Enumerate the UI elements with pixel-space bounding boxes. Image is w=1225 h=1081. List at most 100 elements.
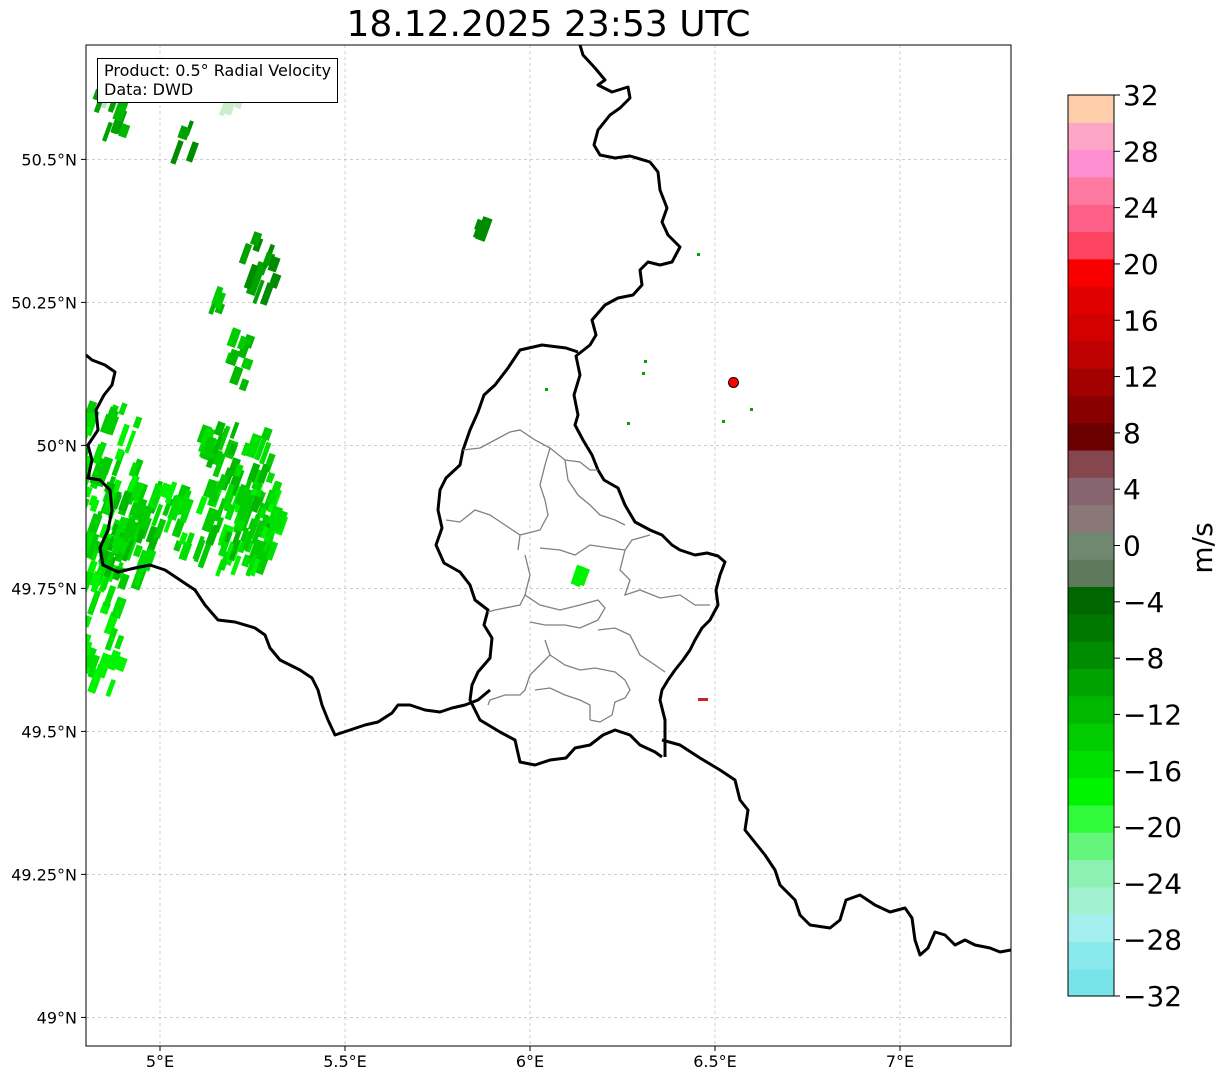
colorbar-segment [1068,668,1114,697]
colorbar-segment [1068,149,1114,178]
colorbar-unit-label: m/s [1186,522,1219,573]
colorbar-segment [1068,504,1114,533]
lat-tick-label: 49.5°N [21,722,77,741]
colorbar-segment [1068,832,1114,861]
echo-cell [644,360,647,363]
colorbar-segment [1068,722,1114,751]
district-boundary [462,429,551,551]
echo-cell [110,596,127,620]
colorbar-segment [1068,613,1114,642]
lat-tick-label: 49.75°N [11,579,77,598]
radar-map: 5°E 5.5°E 6°E 6.5°E 7°E 50.5°N 50.25°N 50°N 49.… [11,44,1219,1071]
data-source-line: Data: DWD [104,80,194,99]
echo-cell [229,421,240,440]
colorbar-segment [1068,449,1114,478]
colorbar-segment [1068,531,1114,560]
latitude-ticks: 50.5°N 50.25°N 50°N 49.75°N 49.5°N 49.25°N 49°… [11,150,86,1027]
district-boundary [539,534,651,556]
lon-tick-label: 5.5°E [323,1052,367,1071]
colorbar-segment [1068,368,1114,396]
echo-cell [105,679,116,698]
colorbar-tick-label: −28 [1123,924,1182,957]
lon-tick-label: 7°E [886,1052,914,1071]
echo-cell [195,495,208,515]
echo-cell [72,598,86,622]
colorbar-segment [1068,122,1114,151]
colorbar-tick-label: 32 [1123,79,1159,112]
colorbar-tick-label: −4 [1123,586,1164,619]
echo-cell [697,253,700,256]
district-boundary [487,554,531,613]
echo-cell [170,139,184,165]
colorbar-segment [1068,313,1114,342]
district-boundary [619,549,710,606]
lat-tick-label: 49.25°N [11,865,77,884]
echo-cell [750,408,753,411]
colorbar-segment [1068,641,1114,669]
colorbar-segment [1068,422,1114,451]
colorbar-tick-label: 28 [1123,135,1159,168]
colorbar-segment [1068,886,1114,915]
colorbar-segment [1068,286,1114,315]
colorbar-tick-label: 0 [1123,530,1141,563]
longitude-ticks: 5°E 5.5°E 6°E 6.5°E 7°E [146,1046,914,1071]
colorbar-ticks: 32 28 24 20 16 12 8 4 0 −4 −8 −12 −16 −20 −24 −28 −32 [1114,79,1182,1013]
colorbar-tick-label: 12 [1123,361,1159,394]
district-boundary [524,594,606,629]
echo-cell [627,422,630,425]
lat-tick-label: 49°N [37,1008,77,1027]
lat-tick-label: 50.25°N [11,293,77,312]
lat-tick-label: 50°N [37,436,77,455]
echo-cell [118,402,128,416]
colorbar-tick-label: 8 [1123,417,1141,450]
echo-cell [86,485,93,498]
colorbar-tick-label: 20 [1123,248,1159,281]
echo-cell [722,420,725,423]
echo-cell [114,634,125,650]
border-de-lu-fr-east [572,45,727,757]
colorbar-segment [1068,859,1114,888]
colorbar-segment [1068,695,1114,724]
lon-tick-label: 6.5°E [693,1052,737,1071]
colorbar-segment [1068,968,1114,997]
colorbar-tick-label: −24 [1123,867,1182,900]
colorbar-segment [1068,231,1114,260]
colorbar-tick-label: 24 [1123,192,1159,225]
colorbar-segment [1068,804,1114,833]
district-boundary [445,509,521,536]
colorbar-segment [1068,258,1114,287]
echo-cell [238,378,250,392]
colorbar-tick-label: 4 [1123,473,1141,506]
colorbar-segment [1068,914,1114,942]
colorbar-tick-label: 16 [1123,304,1159,337]
district-boundary [597,627,666,673]
border-fr-de-south [661,738,1011,957]
colorbar-segment [1068,586,1114,615]
colorbar-segment [1068,340,1114,369]
colorbar [1067,94,1115,997]
colorbar-tick-label: −12 [1123,698,1182,731]
district-boundary [534,687,591,720]
colorbar-segment [1068,941,1114,970]
colorbar-segment [1068,395,1114,424]
echo-cell [238,242,253,265]
colorbar-tick-label: −8 [1123,642,1164,675]
echo-cell [698,698,708,701]
district-boundary [487,639,551,706]
echo-cell [240,357,254,371]
echo-cell [642,372,645,375]
echo-cell [87,590,102,616]
colorbar-tick-label: −32 [1123,980,1182,1013]
colorbar-segment [1068,750,1114,779]
colorbar-segment [1068,204,1114,233]
echo-cell [86,496,90,522]
colorbar-segment [1068,777,1114,806]
colorbar-segment [1068,477,1114,506]
colorbar-segment [1068,176,1114,205]
product-info-box: Product: 0.5° Radial Velocity Data: DWD [97,58,339,103]
lat-tick-label: 50.5°N [21,150,77,169]
echo-cell [132,416,143,429]
radar-site-marker [728,376,739,388]
lon-tick-label: 5°E [146,1052,174,1071]
colorbar-tick-label: −16 [1123,755,1182,788]
